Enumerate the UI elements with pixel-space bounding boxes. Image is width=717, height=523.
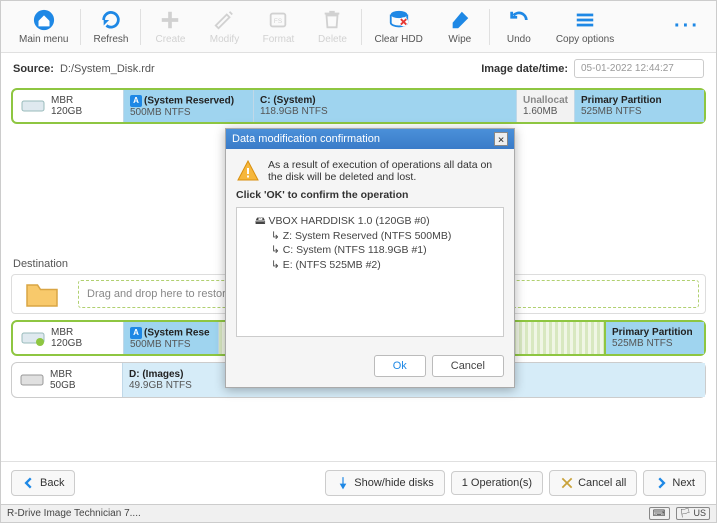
modify-button: Modify	[199, 5, 249, 49]
pin-icon	[336, 476, 350, 490]
list-item: ↳ Z: System Reserved (NTFS 500MB)	[243, 229, 497, 244]
undo-button[interactable]: Undo	[494, 5, 544, 49]
undo-icon	[508, 9, 530, 31]
refresh-button[interactable]: Refresh	[85, 5, 136, 49]
plus-icon	[159, 9, 181, 31]
main-menu-button[interactable]: Main menu	[11, 5, 76, 49]
partition[interactable]: A(System Reserved)500MB NTFS	[123, 90, 253, 122]
ok-button[interactable]: Ok	[374, 355, 426, 377]
back-button[interactable]: Back	[11, 470, 75, 496]
format-icon: FS	[267, 9, 289, 31]
pencil-icon	[213, 9, 235, 31]
disk-icon	[21, 98, 45, 114]
undo-label: Undo	[507, 34, 531, 45]
cancel-all-button[interactable]: Cancel all	[549, 470, 637, 496]
refresh-icon	[100, 9, 122, 31]
dialog-list: 🖴 VBOX HARDDISK 1.0 (120GB #0) ↳ Z: Syst…	[236, 207, 504, 337]
show-hide-disks-button[interactable]: Show/hide disks	[325, 470, 445, 496]
delete-label: Delete	[318, 34, 347, 45]
source-disk-row[interactable]: MBR120GB A(System Reserved)500MB NTFS C:…	[11, 88, 706, 124]
create-label: Create	[155, 34, 185, 45]
cancel-all-icon	[560, 476, 574, 490]
disk-head: MBR120GB	[13, 90, 123, 122]
operations-button[interactable]: 1 Operation(s)	[451, 471, 543, 495]
disk-head: MBR120GB	[13, 322, 123, 354]
partition[interactable]: A(System Rese500MB NTFS	[123, 322, 218, 354]
cancel-button[interactable]: Cancel	[432, 355, 504, 377]
copy-options-label: Copy options	[556, 34, 614, 45]
arrow-right-icon	[654, 476, 668, 490]
toolbar: Main menu Refresh Create Modify FS Forma…	[1, 1, 716, 53]
partition[interactable]: Primary Partition525MB NTFS	[604, 322, 704, 354]
copy-options-button[interactable]: Copy options	[548, 5, 622, 49]
list-item: 🖴 VBOX HARDDISK 1.0 (120GB #0)	[243, 214, 497, 229]
close-icon[interactable]: ×	[494, 132, 508, 146]
operations-label: 1 Operation(s)	[462, 477, 532, 489]
partition-unallocated[interactable]: Unallocat1.60MB	[516, 90, 574, 122]
eraser-icon	[449, 9, 471, 31]
partition[interactable]: C: (System)118.9GB NTFS	[253, 90, 516, 122]
main-menu-label: Main menu	[19, 34, 68, 45]
clear-hdd-label: Clear HDD	[374, 34, 422, 45]
separator	[80, 9, 81, 45]
dialog-confirm-text: Click 'OK' to confirm the operation	[236, 189, 504, 201]
refresh-label: Refresh	[93, 34, 128, 45]
image-datetime-label: Image date/time:	[481, 63, 568, 75]
status-title: R-Drive Image Technician 7....	[7, 508, 141, 519]
bottom-bar: Back Show/hide disks 1 Operation(s) Canc…	[1, 461, 716, 504]
trash-icon	[321, 9, 343, 31]
modify-label: Modify	[210, 34, 239, 45]
disk-icon	[21, 330, 45, 346]
delete-button: Delete	[307, 5, 357, 49]
format-label: Format	[263, 34, 295, 45]
list-item: ↳ C: System (NTFS 118.9GB #1)	[243, 243, 497, 258]
options-icon	[574, 9, 596, 31]
svg-text:FS: FS	[274, 17, 282, 24]
keyboard-icon: ⌨	[649, 507, 670, 520]
folder-icon	[22, 279, 62, 309]
separator	[489, 9, 490, 45]
source-row: Source: D:/System_Disk.rdr Image date/ti…	[1, 53, 716, 84]
confirmation-dialog: Data modification confirmation × As a re…	[225, 128, 515, 388]
list-item: ↳ E: (NTFS 525MB #2)	[243, 258, 497, 273]
show-hide-label: Show/hide disks	[354, 477, 434, 489]
back-label: Back	[40, 477, 64, 489]
partition[interactable]: Primary Partition525MB NTFS	[574, 90, 704, 122]
format-button: FS Format	[253, 5, 303, 49]
wipe-button[interactable]: Wipe	[435, 5, 485, 49]
image-datetime-field[interactable]: 05-01-2022 12:44:27	[574, 59, 704, 78]
disk-head: MBR50GB	[12, 363, 122, 397]
home-icon	[33, 9, 55, 31]
clear-hdd-button[interactable]: Clear HDD	[366, 5, 430, 49]
separator	[140, 9, 141, 45]
cancel-all-label: Cancel all	[578, 477, 626, 489]
drop-hint: Drag and drop here to restore f	[87, 288, 238, 300]
next-button[interactable]: Next	[643, 470, 706, 496]
source-label: Source:	[13, 63, 54, 75]
create-button: Create	[145, 5, 195, 49]
lang-indicator[interactable]: 🏳 US	[676, 507, 710, 520]
dialog-titlebar[interactable]: Data modification confirmation ×	[226, 129, 514, 149]
more-button[interactable]: ···	[666, 15, 708, 38]
clear-hdd-icon	[388, 9, 410, 31]
dialog-warning-text: As a result of execution of operations a…	[268, 159, 504, 183]
status-bar: R-Drive Image Technician 7.... ⌨ 🏳 US	[1, 504, 716, 522]
source-path: D:/System_Disk.rdr	[60, 63, 475, 75]
wipe-label: Wipe	[448, 34, 471, 45]
arrow-left-icon	[22, 476, 36, 490]
dialog-title: Data modification confirmation	[232, 133, 380, 145]
next-label: Next	[672, 477, 695, 489]
hdd-icon	[20, 372, 44, 388]
separator	[361, 9, 362, 45]
warning-icon	[236, 159, 260, 183]
